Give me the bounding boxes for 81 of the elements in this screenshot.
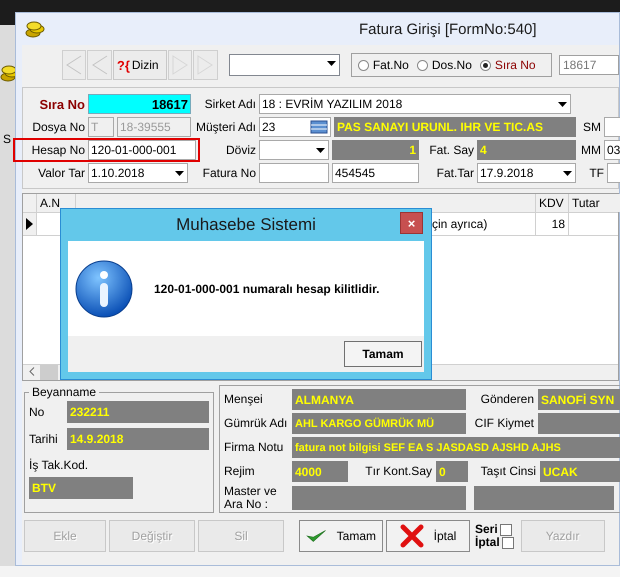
field-label: Taşıt Cinsi bbox=[480, 465, 536, 478]
text-field[interactable]: 23 bbox=[259, 117, 331, 137]
field-label: Firma Notu bbox=[224, 441, 284, 454]
field-label: CIF Kiymet bbox=[474, 417, 534, 430]
regime-field: 4000 bbox=[292, 461, 348, 482]
field-label: Rejim bbox=[224, 465, 256, 478]
cancel-button[interactable]: İptal bbox=[386, 520, 470, 552]
field-label: Dosya No bbox=[31, 120, 85, 134]
field-label: Gümrük Adı bbox=[224, 417, 288, 430]
radio-option[interactable]: Sıra No bbox=[480, 58, 536, 72]
origin-field: ALMANYA bbox=[292, 389, 466, 410]
column-header[interactable]: Tutar bbox=[569, 194, 620, 212]
search-combo[interactable] bbox=[228, 54, 340, 76]
checkbox-option[interactable]: İptal bbox=[475, 536, 514, 549]
number-field[interactable]: 18617 bbox=[88, 94, 191, 114]
text-field[interactable]: 120-01-000-001 bbox=[88, 140, 196, 160]
close-button[interactable]: × bbox=[400, 212, 423, 234]
text-field[interactable] bbox=[259, 163, 329, 183]
field-label: No bbox=[29, 406, 46, 418]
field-label: Tarihi bbox=[29, 432, 59, 446]
field-label: Fatura No bbox=[202, 166, 256, 180]
radio-button[interactable] bbox=[358, 60, 369, 70]
lookup-icon[interactable] bbox=[310, 119, 328, 135]
field-label: Döviz bbox=[224, 143, 256, 157]
text-field[interactable] bbox=[607, 163, 620, 183]
field-label: Fat.Tar bbox=[436, 166, 474, 180]
index-button[interactable]: ?{Dizin bbox=[112, 50, 167, 80]
cross-icon bbox=[400, 524, 424, 548]
number-field: 232211 bbox=[67, 401, 209, 423]
field-label: İş Tak.Kod. bbox=[29, 459, 90, 472]
vehicle-field: UCAK bbox=[540, 461, 620, 482]
column-header[interactable]: A.N bbox=[37, 194, 76, 212]
date-field: 14.9.2018 bbox=[67, 428, 209, 450]
radio-button[interactable] bbox=[480, 60, 491, 70]
coins-icon bbox=[25, 20, 45, 38]
field-label: Fat. Say bbox=[428, 143, 474, 157]
text-field[interactable]: 454545 bbox=[332, 163, 419, 183]
ok-button[interactable]: Tamam bbox=[344, 341, 422, 367]
note-field: fatura not bilgisi SEF EA S JASDASD AJSHD AJHS bbox=[292, 437, 620, 458]
field-label: Gönderen bbox=[480, 393, 534, 406]
field-label: SM bbox=[582, 120, 601, 134]
count-field: 0 bbox=[436, 461, 468, 482]
table-cell: 18 bbox=[536, 213, 569, 235]
field-label: Sıra No bbox=[38, 96, 85, 112]
count-field: 4 bbox=[477, 140, 576, 160]
checkbox[interactable] bbox=[500, 524, 512, 536]
text-field[interactable] bbox=[604, 117, 620, 137]
field-label: Tır Kont.Say bbox=[364, 465, 432, 478]
column-header[interactable]: KDV bbox=[536, 194, 569, 212]
dialog-message: 120-01-000-001 numaralı hesap kilitlidir. bbox=[154, 282, 380, 296]
field-label: TF bbox=[588, 166, 604, 180]
dialog-title: Muhasebe Sistemi bbox=[176, 215, 316, 235]
customer-name-field: PAS SANAYI URUNL. IHR VE TIC.AS bbox=[334, 117, 576, 137]
date-combo[interactable]: 17.9.2018 bbox=[477, 163, 576, 183]
radio-button[interactable] bbox=[416, 60, 428, 70]
window-text: S bbox=[2, 132, 12, 146]
field-label: Müşteri Adı bbox=[194, 120, 256, 134]
text-field[interactable]: 03 bbox=[604, 140, 620, 160]
search-field[interactable]: 18617 bbox=[559, 55, 619, 75]
chevron-left-icon bbox=[28, 366, 34, 376]
window-title: Fatura Girişi [FormNo:540] bbox=[359, 20, 537, 38]
info-icon bbox=[74, 258, 134, 318]
ok-button[interactable]: Tamam bbox=[299, 520, 383, 552]
field-label: MM bbox=[580, 143, 601, 157]
field-label: Menşei bbox=[224, 393, 264, 406]
customs-field: AHL KARGO GÜMRÜK MÜ bbox=[292, 413, 466, 434]
checkbox-option[interactable]: Seri bbox=[475, 523, 514, 536]
company-combo[interactable]: 18 : EVRİM YAZILIM 2018 bbox=[259, 94, 571, 114]
field-label: Hesap No bbox=[30, 143, 85, 157]
date-combo[interactable]: 1.10.2018 bbox=[88, 163, 188, 183]
radio-option[interactable]: Fat.No bbox=[358, 58, 409, 72]
scrollbar-thumb[interactable] bbox=[40, 365, 58, 380]
code-field: BTV bbox=[29, 477, 133, 499]
group-title: Beyanname bbox=[31, 385, 98, 399]
checkbox[interactable] bbox=[502, 536, 514, 548]
rate-field: 1 bbox=[332, 140, 419, 160]
field-label: Sirket Adı bbox=[204, 97, 256, 111]
field-label: Valor Tar bbox=[37, 166, 85, 180]
radio-option[interactable]: Dos.No bbox=[416, 58, 472, 72]
sender-field: SANOFİ SYN bbox=[538, 389, 620, 410]
field-label: Master ve Ara No : bbox=[224, 485, 278, 511]
